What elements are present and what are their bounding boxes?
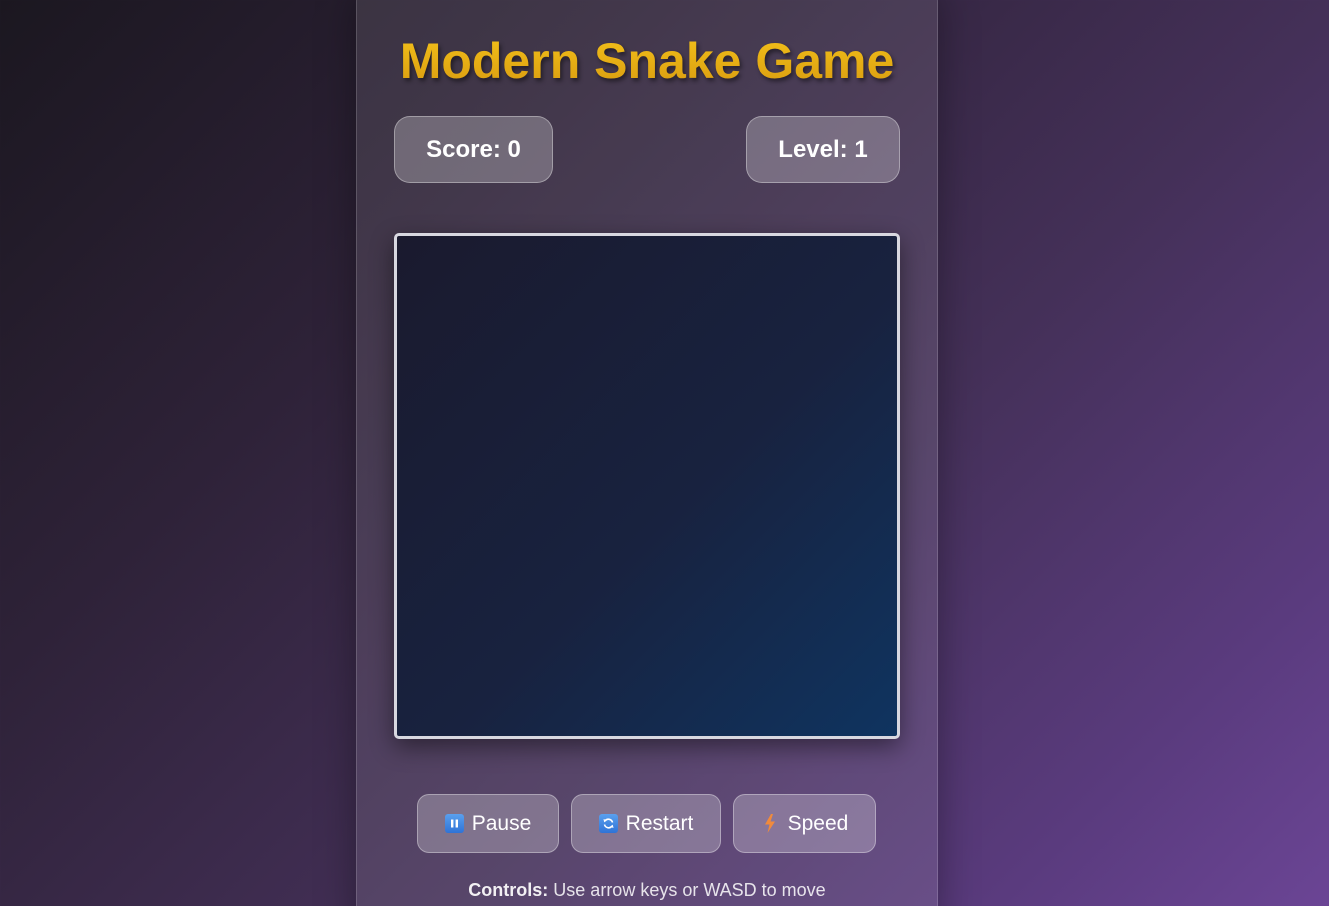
- controls-heading: Controls:: [468, 880, 549, 900]
- lightning-icon: [761, 814, 780, 833]
- speed-button-label: Speed: [787, 811, 849, 835]
- restart-button[interactable]: Restart: [571, 794, 721, 853]
- restart-icon: [598, 814, 618, 833]
- controls-text: Use arrow keys or WASD to move: [553, 880, 826, 900]
- game-board[interactable]: [394, 233, 900, 739]
- level-display: Level: 1: [746, 116, 900, 183]
- pause-button-label: Pause: [471, 811, 532, 835]
- controls-hint: Controls: Use arrow keys or WASD to move: [356, 880, 938, 901]
- speed-button[interactable]: Speed: [733, 794, 876, 853]
- score-display: Score: 0: [394, 116, 553, 183]
- restart-button-label: Restart: [625, 811, 694, 835]
- pause-icon: [444, 814, 464, 833]
- game-title: Modern Snake Game: [356, 32, 938, 90]
- pause-button[interactable]: Pause: [417, 794, 559, 853]
